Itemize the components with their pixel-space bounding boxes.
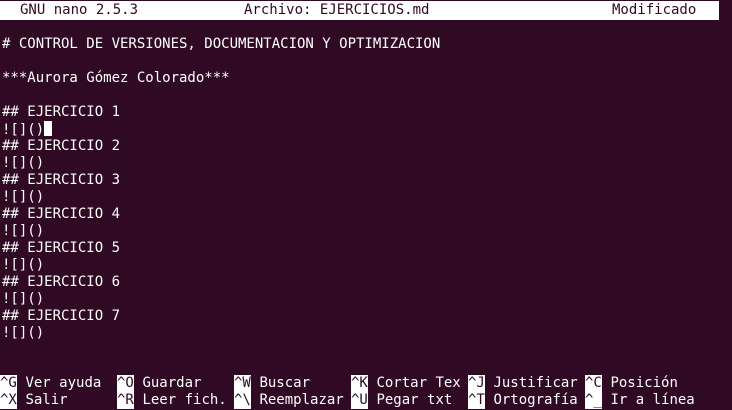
- shortcut-label: Ortografía: [493, 392, 578, 408]
- shortcut-goto-line[interactable]: ^_ Ir a línea: [585, 392, 695, 409]
- shortcut-justify[interactable]: ^J Justificar: [468, 375, 578, 392]
- shortcut-read-file[interactable]: ^R Leer fich.: [117, 392, 227, 409]
- shortcut-paste[interactable]: ^U Pegar txt: [351, 392, 452, 409]
- shortcut-label: Justificar: [493, 375, 578, 391]
- shortcut-label: Reemplazar: [259, 392, 344, 408]
- editor-line[interactable]: # CONTROL DE VERSIONES, DOCUMENTACION Y …: [2, 36, 440, 53]
- text-cursor: [44, 121, 53, 136]
- editor-line[interactable]: ![](): [2, 291, 44, 308]
- shortcut-key: ^R: [117, 392, 134, 409]
- modified-status: Modificado: [612, 2, 697, 18]
- app-version: GNU nano 2.5.3: [20, 2, 139, 18]
- shortcut-cut[interactable]: ^K Cortar Tex: [351, 375, 461, 392]
- shortcut-key: ^X: [0, 392, 17, 409]
- shortcut-key: ^O: [117, 375, 134, 392]
- shortcut-key: ^T: [468, 392, 485, 409]
- shortcut-search[interactable]: ^W Buscar: [234, 375, 310, 392]
- editor-line[interactable]: ![](): [2, 155, 44, 172]
- editor-line[interactable]: ![](): [2, 325, 44, 342]
- shortcut-key: ^C: [585, 375, 602, 392]
- editor-line[interactable]: ## EJERCICIO 5: [2, 240, 120, 257]
- shortcut-label: Cortar Tex: [376, 375, 461, 391]
- shortcut-key: ^_: [585, 392, 602, 409]
- editor-line[interactable]: ## EJERCICIO 1: [2, 104, 120, 121]
- shortcut-key: ^U: [351, 392, 368, 409]
- shortcut-label: Pegar txt: [376, 392, 453, 408]
- editor-line[interactable]: ## EJERCICIO 2: [2, 138, 120, 155]
- shortcut-label: Leer fich.: [142, 392, 227, 408]
- file-name: Archivo: EJERCICIOS.md: [244, 2, 430, 18]
- shortcut-key: ^K: [351, 375, 368, 392]
- editor-line[interactable]: ![](): [2, 223, 44, 240]
- editor-line[interactable]: ## EJERCICIO 4: [2, 206, 120, 223]
- shortcut-key: ^J: [468, 375, 485, 392]
- title-bar: GNU nano 2.5.3 Archivo: EJERCICIOS.md Mo…: [0, 1, 719, 20]
- shortcut-position[interactable]: ^C Posición: [585, 375, 678, 392]
- shortcut-replace[interactable]: ^\ Reemplazar: [234, 392, 344, 409]
- shortcut-label: Ir a línea: [610, 392, 695, 408]
- editor-line[interactable]: ![](): [2, 189, 44, 206]
- shortcut-label: Guardar: [142, 375, 202, 391]
- shortcut-label: Posición: [610, 375, 678, 391]
- shortcut-spellcheck[interactable]: ^T Ortografía: [468, 392, 578, 409]
- shortcut-key: ^G: [0, 375, 17, 392]
- shortcut-key: ^\: [234, 392, 251, 409]
- shortcut-key: ^W: [234, 375, 251, 392]
- editor-line[interactable]: ![](): [2, 257, 44, 274]
- editor-line[interactable]: ## EJERCICIO 3: [2, 172, 120, 189]
- editor-line[interactable]: ## EJERCICIO 7: [2, 308, 120, 325]
- shortcut-label: Salir: [25, 392, 68, 408]
- shortcut-label: Ver ayuda: [25, 375, 102, 391]
- shortcut-help[interactable]: ^G Ver ayuda: [0, 375, 101, 392]
- shortcut-save[interactable]: ^O Guardar: [117, 375, 201, 392]
- shortcut-label: Buscar: [259, 375, 311, 391]
- editor-line[interactable]: ***Aurora Gómez Colorado***: [2, 70, 230, 87]
- shortcut-exit[interactable]: ^X Salir: [0, 392, 68, 409]
- editor-line[interactable]: ![](): [2, 121, 53, 138]
- editor-line[interactable]: ## EJERCICIO 6: [2, 274, 120, 291]
